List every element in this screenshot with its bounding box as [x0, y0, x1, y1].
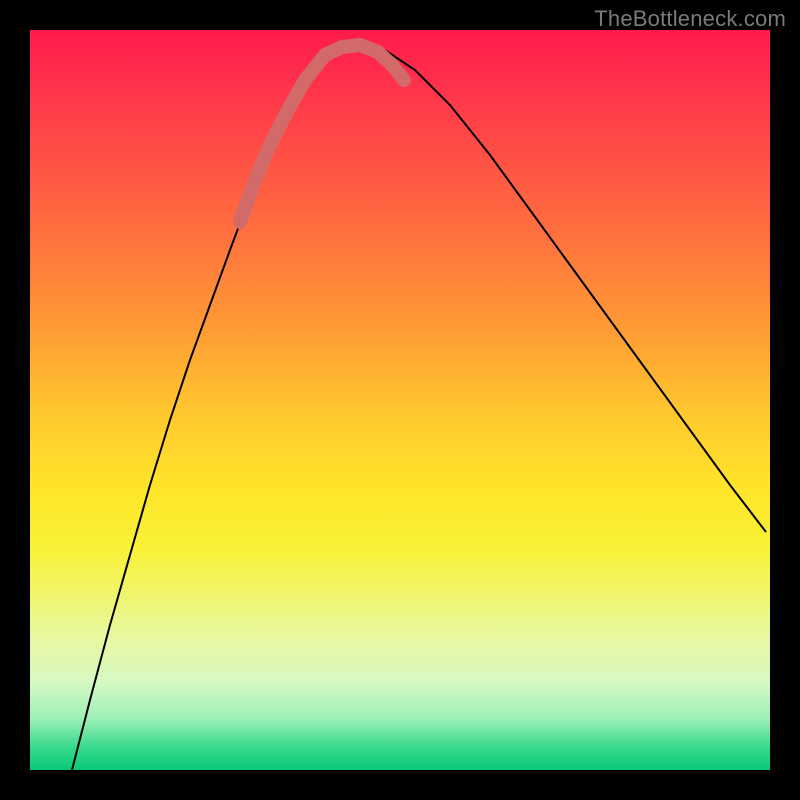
plot-area [30, 30, 770, 770]
bottleneck-curve [72, 43, 766, 770]
chart-frame: TheBottleneck.com [0, 0, 800, 800]
watermark-label: TheBottleneck.com [594, 6, 786, 32]
marker-segment [240, 45, 404, 222]
curve-svg [30, 30, 770, 770]
